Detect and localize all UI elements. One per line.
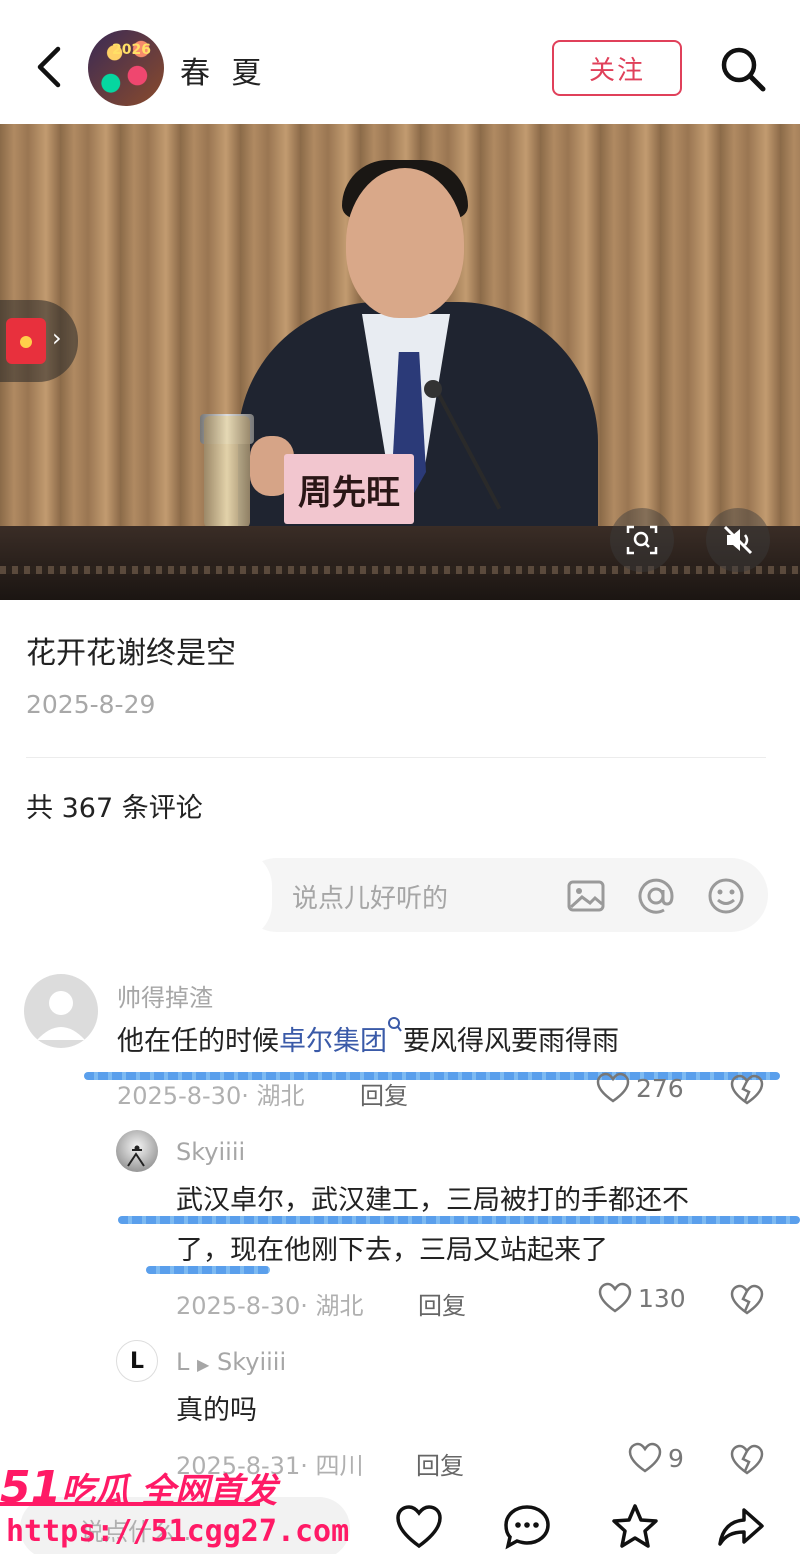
back-button[interactable]: [28, 44, 68, 90]
reply-to-username[interactable]: Skyiiii: [217, 1348, 286, 1376]
like-count: 130: [638, 1283, 686, 1313]
default-user-icon: [37, 991, 85, 1040]
watermark-url: https://51cgg27.com: [6, 1514, 350, 1549]
divider: [26, 757, 766, 758]
scan-lens-icon: [626, 525, 658, 555]
play-arrow-icon: ▶: [197, 1355, 210, 1374]
dislike-button[interactable]: [730, 1074, 764, 1110]
speaker-muted-icon: [723, 525, 753, 555]
highlight-stroke: [118, 1216, 800, 1224]
speaker-head: [346, 168, 464, 318]
broken-heart-icon: [730, 1074, 764, 1105]
comment-button[interactable]: [502, 1502, 552, 1552]
search-icon: [388, 1017, 402, 1032]
water-bottle: [204, 416, 250, 528]
heart-icon: [628, 1442, 662, 1473]
search-icon: [721, 47, 766, 92]
comment-text: 他在任的时候卓尔集团 要风得风要雨得雨: [117, 1016, 619, 1067]
desk-rail: [0, 566, 800, 574]
comment-text-part: 要风得风要雨得雨: [403, 1026, 619, 1057]
image-icon: [567, 880, 605, 912]
post-media-video[interactable]: 周先旺 ›: [0, 124, 800, 600]
comment-username[interactable]: 帅得掉渣: [117, 978, 213, 1013]
share-button[interactable]: [716, 1502, 766, 1552]
heart-icon: [596, 1072, 630, 1103]
nameplate: 周先旺: [284, 454, 414, 524]
reply-username[interactable]: Skyiiii: [176, 1138, 245, 1166]
silhouette-icon: [127, 1145, 145, 1167]
microphone-icon: [424, 380, 442, 398]
mute-button[interactable]: [706, 508, 770, 572]
image-picker-button[interactable]: [566, 876, 606, 916]
author-name[interactable]: 春 夏: [180, 48, 268, 92]
emoji-button[interactable]: [706, 876, 746, 916]
like-post-button[interactable]: [394, 1502, 444, 1552]
image-search-button[interactable]: [610, 508, 674, 572]
reply-button[interactable]: 回复: [418, 1286, 466, 1321]
chat-bubble-icon: [504, 1505, 550, 1550]
red-packet-icon[interactable]: [6, 318, 46, 364]
author-avatar[interactable]: 2026: [88, 30, 164, 106]
like-count: 276: [636, 1073, 684, 1103]
reply-button[interactable]: 回复: [416, 1446, 464, 1481]
like-count: 9: [668, 1443, 684, 1473]
chevron-right-icon: ›: [52, 324, 62, 352]
comment-avatar[interactable]: [24, 974, 98, 1048]
comment-input-placeholder: 说点儿好听的: [292, 884, 449, 914]
like-button[interactable]: 130: [598, 1282, 686, 1314]
post-title: 花开花谢终是空: [26, 636, 236, 671]
watermark-line: [0, 1502, 260, 1506]
comment-meta: 2025-8-30· 湖北: [117, 1082, 305, 1110]
reply-button[interactable]: 回复: [360, 1076, 408, 1111]
like-button[interactable]: 9: [628, 1442, 684, 1474]
highlight-stroke: [146, 1266, 270, 1274]
heart-icon: [598, 1282, 632, 1313]
desk: [0, 526, 800, 600]
comment-meta: 2025-8-30· 湖北: [176, 1292, 364, 1320]
post-date: 2025-8-29: [26, 690, 156, 719]
favorite-button[interactable]: [610, 1502, 660, 1552]
top-header: 2026 春 夏 关注: [0, 0, 800, 124]
topic-link[interactable]: 卓尔集团: [279, 1026, 387, 1057]
broken-heart-icon: [730, 1444, 764, 1475]
comment-count: 共 367 条评论: [26, 793, 203, 824]
reply-avatar[interactable]: L: [116, 1340, 158, 1382]
broken-heart-icon: [730, 1284, 764, 1315]
chevron-left-icon: [37, 46, 61, 88]
reply-username-line: L ▶ Skyiiii: [176, 1348, 286, 1376]
reply-username[interactable]: L: [176, 1348, 189, 1376]
at-sign-icon: [638, 878, 674, 914]
reply-avatar[interactable]: [116, 1130, 158, 1172]
avatar-year-text: 2026: [112, 42, 151, 58]
comment-text-part: 他在任的时候: [117, 1026, 279, 1057]
star-icon: [612, 1504, 658, 1548]
heart-icon: [396, 1505, 442, 1549]
mention-button[interactable]: [636, 876, 676, 916]
dislike-button[interactable]: [730, 1284, 764, 1320]
like-button[interactable]: 276: [596, 1072, 684, 1104]
share-arrow-icon: [718, 1508, 764, 1546]
follow-button[interactable]: 关注: [552, 40, 682, 96]
reply-text: 真的吗: [176, 1395, 257, 1426]
dislike-button[interactable]: [730, 1444, 764, 1480]
smile-icon: [708, 878, 744, 914]
search-button[interactable]: [718, 44, 768, 94]
